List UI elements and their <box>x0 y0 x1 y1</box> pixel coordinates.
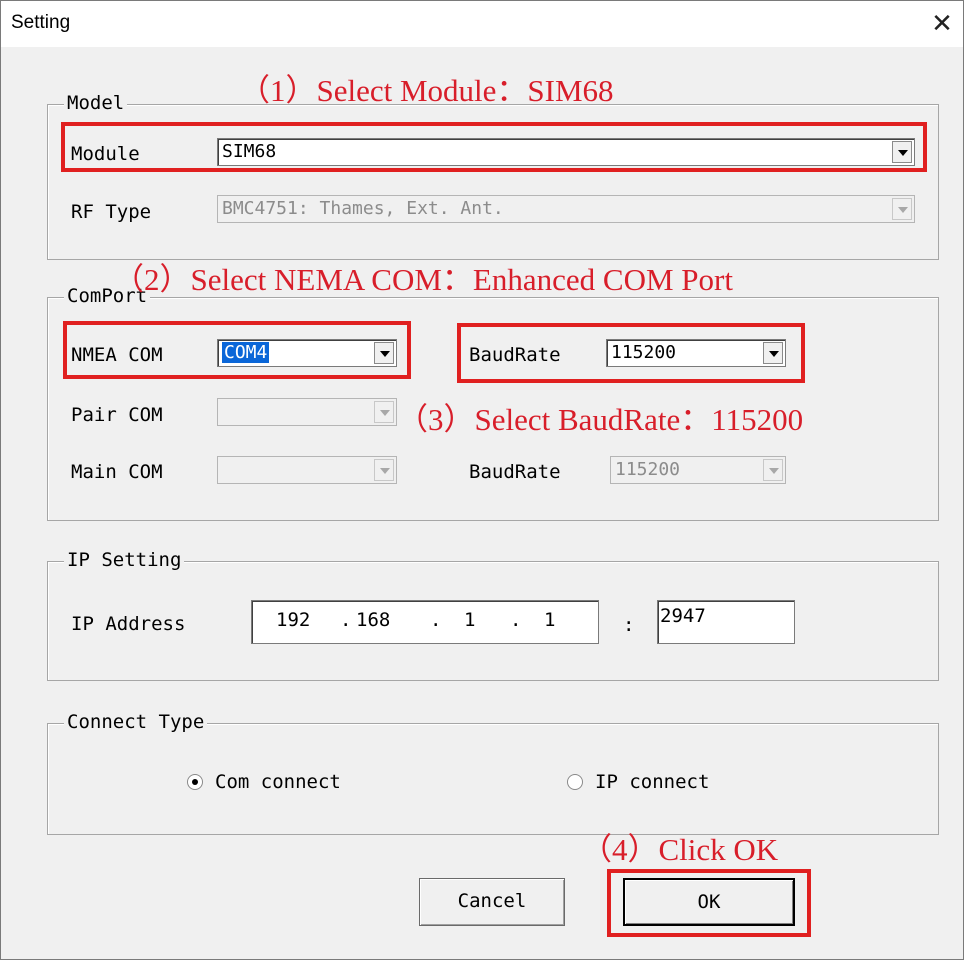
pair-com-dropdown-button <box>374 401 394 423</box>
main-com-dropdown-button <box>374 459 394 481</box>
highlight-module <box>61 122 927 172</box>
highlight-nmea-com <box>63 321 411 379</box>
ip-octet-2: 168 <box>356 609 391 631</box>
ip-connect-label[interactable]: IP connect <box>595 771 709 793</box>
ip-octet-4: 1 <box>544 609 556 631</box>
ip-address-label: IP Address <box>71 613 186 635</box>
rf-type-value: BMC4751: Thames, Ext. Ant. <box>222 198 504 219</box>
model-legend: Model <box>64 92 128 114</box>
rf-type-dropdown-button <box>892 198 912 220</box>
connect-type-group: Connect Type <box>47 711 939 835</box>
highlight-baudrate <box>457 323 805 383</box>
main-com-dropdown <box>217 456 397 484</box>
com-connect-label[interactable]: Com connect <box>215 771 341 793</box>
com-connect-radio[interactable] <box>187 774 203 790</box>
close-icon[interactable]: ✕ <box>925 7 959 41</box>
annotation-step3: （3）Select BaudRate：115200 <box>397 402 804 437</box>
chevron-down-icon <box>380 410 390 416</box>
port-value: 2947 <box>660 605 706 627</box>
ip-address-field[interactable]: 192 . 168 . 1 . 1 <box>251 600 599 644</box>
ip-setting-legend: IP Setting <box>64 549 185 571</box>
rf-type-dropdown: BMC4751: Thames, Ext. Ant. <box>217 195 915 223</box>
baudrate2-value: 115200 <box>615 459 681 480</box>
chevron-down-icon <box>380 468 390 474</box>
pair-com-label: Pair COM <box>71 404 163 426</box>
ip-octet-3: 1 <box>464 609 476 631</box>
annotation-step1: （1）Select Module：SIM68 <box>239 73 614 108</box>
chevron-down-icon <box>898 207 908 213</box>
cancel-button[interactable]: Cancel <box>419 878 565 926</box>
highlight-ok-button <box>607 869 811 937</box>
ip-octet-1: 192 <box>276 609 311 631</box>
baudrate2-label: BaudRate <box>469 461 561 483</box>
annotation-step2: （2）Select NEMA COM：Enhanced COM Port <box>113 262 733 297</box>
ip-dot-2: . <box>430 609 442 631</box>
chevron-down-icon <box>769 468 779 474</box>
baudrate2-dropdown: 115200 <box>610 456 786 484</box>
title-bar: Setting ✕ <box>1 1 963 47</box>
rf-type-label: RF Type <box>71 201 152 223</box>
port-field[interactable]: 2947 <box>657 600 795 644</box>
baudrate2-dropdown-button <box>763 459 783 481</box>
annotation-step4: （4）Click OK <box>581 832 779 867</box>
main-com-label: Main COM <box>71 461 163 483</box>
setting-dialog: Setting ✕ Model Module SIM68 RF Type BMC… <box>0 0 964 960</box>
ip-connect-radio[interactable] <box>567 774 583 790</box>
pair-com-dropdown <box>217 398 397 426</box>
ip-port-colon: : <box>623 614 635 636</box>
ip-dot-3: . <box>510 609 522 631</box>
ip-dot-1: . <box>340 609 352 631</box>
radio-selected-dot <box>192 779 198 785</box>
window-title: Setting <box>11 12 71 33</box>
connect-type-legend: Connect Type <box>64 711 208 733</box>
